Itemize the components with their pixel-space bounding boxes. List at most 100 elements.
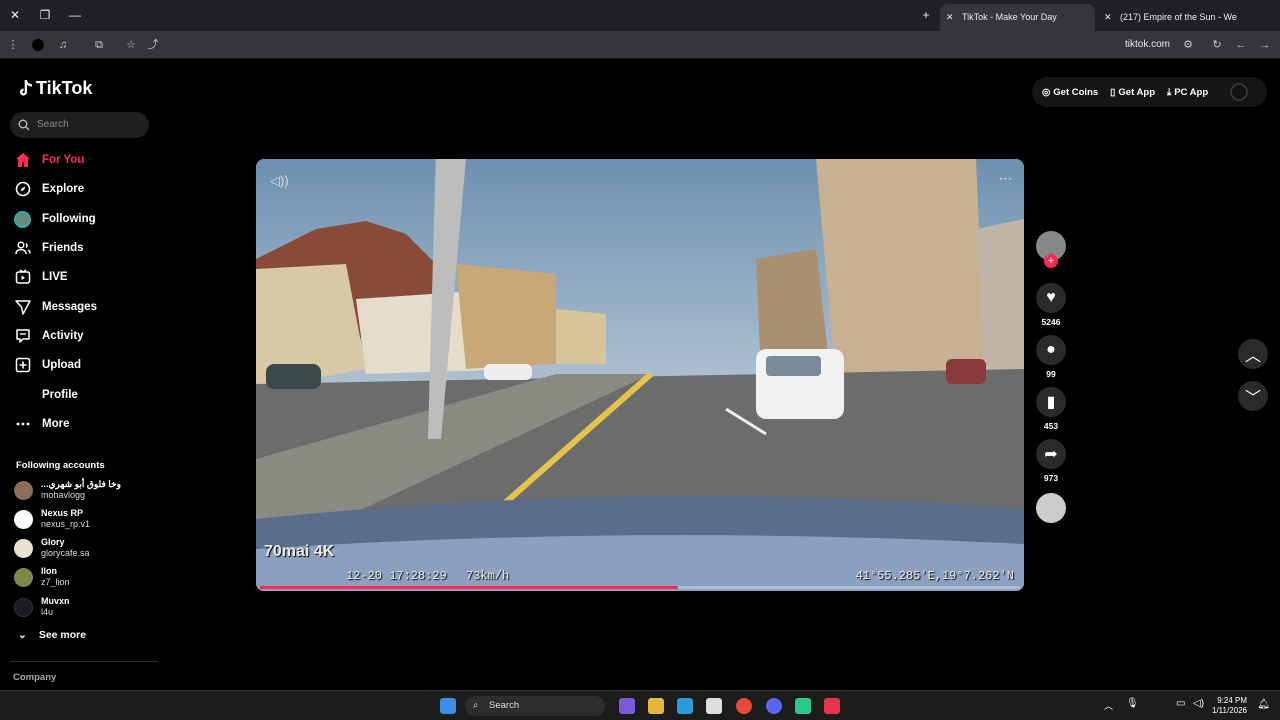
reload-icon[interactable]: ↻ xyxy=(1210,38,1224,52)
company-link[interactable]: Company xyxy=(13,672,56,683)
close-window-icon[interactable]: ✕ xyxy=(8,8,22,22)
taskbar: ⌕ Search ︿ 🎙︎ ▭ ◁) 9:24 PM 1/11/2026 🔔︎ xyxy=(0,690,1280,720)
microphone-icon[interactable]: 🎙︎ xyxy=(1126,698,1139,709)
profile-icon xyxy=(14,387,31,404)
tab-close-icon[interactable]: ✕ xyxy=(946,4,954,31)
music-disc-icon xyxy=(1036,493,1066,523)
account-name: ...وخا فلوق أبو شهري xyxy=(41,479,121,489)
account-handle: glorycafe.sa xyxy=(41,548,90,558)
plus-square-icon xyxy=(14,357,31,374)
nav-activity[interactable]: Activity xyxy=(14,325,84,347)
taskbar-search-label: Search xyxy=(489,700,520,711)
pc-app-label: PC App xyxy=(1174,86,1209,98)
time: 9:24 PM xyxy=(1217,696,1247,705)
nav-more[interactable]: More xyxy=(14,413,69,435)
profile-icon[interactable] xyxy=(32,39,44,51)
nav-upload[interactable]: Upload xyxy=(14,354,81,376)
volume-icon[interactable]: ◁) xyxy=(1193,698,1204,709)
nav-label: LIVE xyxy=(42,271,68,283)
notification-icon[interactable]: 🔔︎ xyxy=(1257,699,1270,710)
friends-icon xyxy=(14,240,31,257)
new-tab-icon[interactable]: + xyxy=(919,8,933,22)
pc-app-button[interactable]: ⤓ PC App xyxy=(1167,87,1208,98)
next-video-button[interactable]: ﹀ xyxy=(1238,381,1268,411)
media-icon[interactable]: ♫ xyxy=(56,38,70,52)
video-progress-bar[interactable] xyxy=(260,586,1020,589)
mute-icon[interactable]: ◁)) xyxy=(270,173,289,189)
site-settings-icon[interactable]: ⚙ xyxy=(1181,38,1195,52)
bookmark-star-icon[interactable]: ☆ xyxy=(124,38,138,52)
avatar xyxy=(14,597,33,617)
avatar xyxy=(14,509,33,529)
menu-dots-icon[interactable]: ⋮ xyxy=(6,38,20,52)
previous-video-button[interactable]: ︿ xyxy=(1238,339,1268,369)
nav-messages[interactable]: Messages xyxy=(14,296,97,318)
activity-icon xyxy=(14,328,31,345)
share-page-icon[interactable]: ⤴ xyxy=(146,38,160,52)
windows-start-icon[interactable] xyxy=(440,698,456,714)
get-app-button[interactable]: ▯ Get App xyxy=(1110,87,1155,98)
live-icon xyxy=(14,269,31,286)
browser-titlebar: ✕ ❐ — + ✕ TikTok - Make Your Day ✕ (217)… xyxy=(0,0,1280,31)
following-account[interactable]: llon z7_lion xyxy=(14,566,70,588)
nav-explore[interactable]: Explore xyxy=(14,178,84,200)
app-red-icon[interactable] xyxy=(824,698,840,714)
sidebar: TikTok Search For You Explore Following … xyxy=(0,60,160,690)
extensions-icon[interactable]: ⧉ xyxy=(92,38,106,52)
network-icon[interactable]: ▭ xyxy=(1176,698,1185,709)
browser-toolbar: ⋮ ♫ ⧉ ☆ ⤴ tiktok.com ⚙ ↻ ← → xyxy=(0,31,1280,59)
following-account[interactable]: Nexus RP nexus_rp.v1 xyxy=(14,508,90,530)
comment-button[interactable]: ● 99 xyxy=(1034,335,1068,379)
chrome-icon[interactable] xyxy=(736,698,752,714)
user-avatar[interactable] xyxy=(1230,83,1249,101)
nav-live[interactable]: LIVE xyxy=(14,266,68,288)
edge-icon[interactable] xyxy=(677,698,693,714)
tray-chevron-icon[interactable]: ︿ xyxy=(1104,699,1113,712)
app-icon[interactable] xyxy=(795,698,811,714)
logo-text: TikTok xyxy=(36,78,93,98)
creator-avatar[interactable]: + xyxy=(1034,231,1068,268)
see-more-button[interactable]: ⌄ See more xyxy=(18,629,86,641)
copilot-icon[interactable] xyxy=(619,698,635,714)
address-bar[interactable]: tiktok.com xyxy=(1125,39,1170,50)
follow-plus-icon[interactable]: + xyxy=(1044,254,1058,268)
restore-window-icon[interactable]: ❐ xyxy=(38,8,52,22)
following-account[interactable]: Muvxn l4u xyxy=(14,596,70,618)
chevron-down-icon: ⌄ xyxy=(18,629,27,641)
taskbar-search[interactable]: ⌕ Search xyxy=(465,696,605,716)
nav-profile[interactable]: Profile xyxy=(14,384,78,406)
back-icon[interactable]: ← xyxy=(1234,38,1248,52)
following-account[interactable]: ...وخا فلوق أبو شهري mohavlogg xyxy=(14,479,121,501)
progress-fill xyxy=(260,586,678,589)
tab-close-icon[interactable]: ✕ xyxy=(1104,4,1112,31)
video-player[interactable]: ◁)) ⋯ 70mai 4K 12-20 17:28:29 73km/h 41°… xyxy=(256,159,1024,591)
nav-for-you[interactable]: For You xyxy=(14,149,84,171)
search-icon: ⌕ xyxy=(473,700,479,711)
file-explorer-icon[interactable] xyxy=(648,698,664,714)
following-accounts-title: Following accounts xyxy=(16,460,105,471)
share-count: 973 xyxy=(1043,473,1059,483)
like-button[interactable]: ♥ 5246 xyxy=(1034,283,1068,327)
discord-icon[interactable] xyxy=(766,698,782,714)
tab-tiktok[interactable]: ✕ TikTok - Make Your Day xyxy=(940,4,1095,31)
phone-icon: ▯ xyxy=(1110,86,1116,98)
get-app-label: Get App xyxy=(1118,86,1155,98)
search-input[interactable]: Search xyxy=(10,112,149,138)
get-coins-button[interactable]: ◎ Get Coins xyxy=(1042,87,1098,98)
tab-youtube[interactable]: ✕ (217) Empire of the Sun - We xyxy=(1098,4,1260,31)
video-more-icon[interactable]: ⋯ xyxy=(999,171,1012,187)
clock[interactable]: 9:24 PM 1/11/2026 xyxy=(1212,696,1247,716)
nav-friends[interactable]: Friends xyxy=(14,237,84,259)
chevron-down-icon: ﹀ xyxy=(1244,390,1261,407)
account-handle: nexus_rp.v1 xyxy=(41,519,91,529)
share-button[interactable]: ➦ 973 xyxy=(1034,439,1068,483)
tiktok-logo[interactable]: TikTok xyxy=(16,78,92,99)
minimize-window-icon[interactable]: — xyxy=(68,8,82,22)
save-button[interactable]: ▮ 453 xyxy=(1034,387,1068,431)
home-icon xyxy=(14,152,31,169)
following-account[interactable]: Glory glorycafe.sa xyxy=(14,537,90,559)
music-disc[interactable] xyxy=(1034,493,1068,523)
forward-icon[interactable]: → xyxy=(1258,38,1272,52)
store-icon[interactable] xyxy=(706,698,722,714)
nav-following[interactable]: Following xyxy=(14,208,96,230)
